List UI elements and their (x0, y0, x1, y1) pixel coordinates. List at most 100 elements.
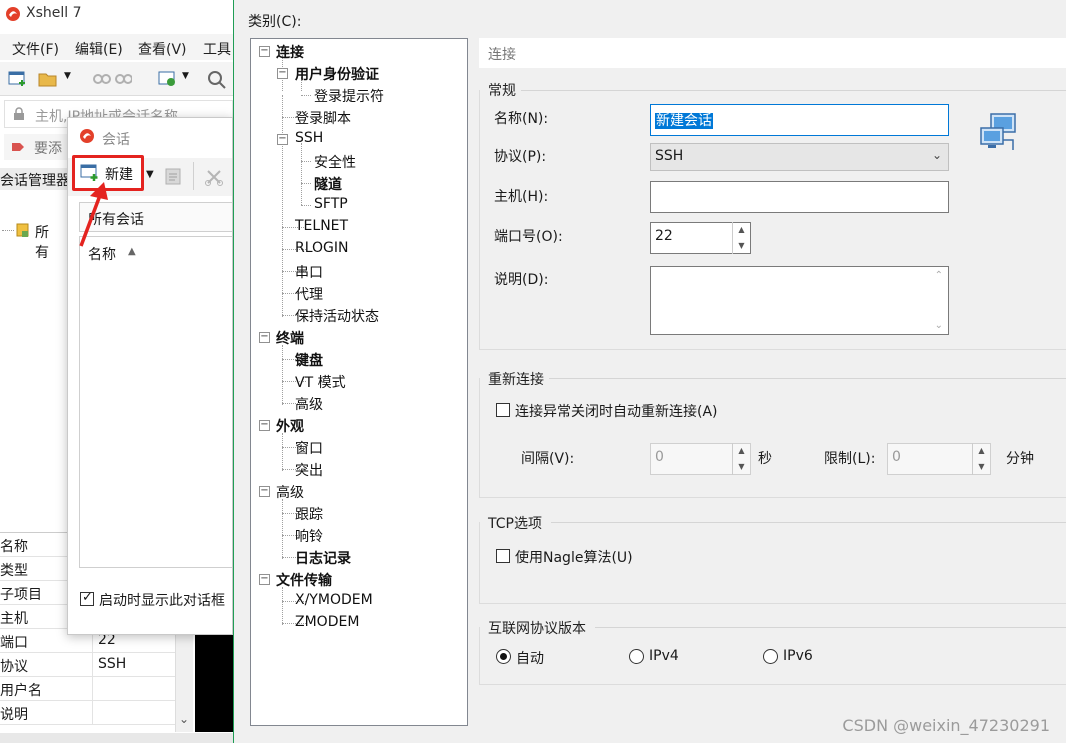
chevron-down-icon[interactable]: ▼ (64, 71, 71, 81)
tree-item-connection[interactable]: 连接 (276, 42, 304, 62)
tree-item-file-transfer[interactable]: 文件传输 (276, 570, 332, 590)
tree-item-rlogin[interactable]: RLOGIN (295, 240, 349, 256)
ipv4-label: IPv4 (649, 648, 679, 664)
collapse-icon[interactable]: − (277, 68, 288, 79)
limit-label: 限制(L): (824, 451, 876, 467)
property-key: 说明 (0, 707, 28, 723)
pane-header-title: 连接 (488, 47, 516, 63)
spin-down-icon[interactable]: ▼ (973, 459, 990, 475)
nagle-checkbox[interactable] (496, 549, 510, 563)
collapse-icon[interactable]: − (277, 134, 288, 145)
spin-down-icon[interactable]: ▼ (733, 238, 750, 254)
lock-icon (14, 107, 24, 120)
collapse-icon[interactable]: − (259, 420, 270, 431)
spin-down-icon[interactable]: ▼ (733, 459, 750, 475)
open-folder-icon[interactable] (38, 70, 60, 88)
tree-item-keyboard[interactable]: 键盘 (295, 350, 323, 370)
pane-header: 连接 (479, 38, 1066, 68)
limit-input[interactable]: 0 ▲ ▼ (887, 443, 991, 475)
limit-spinner[interactable]: ▲ ▼ (972, 443, 990, 475)
status-bar (0, 733, 233, 743)
tree-item-serial[interactable]: 串口 (295, 262, 323, 282)
interval-input[interactable]: 0 ▲ ▼ (650, 443, 751, 475)
ip-auto-radio[interactable] (496, 649, 511, 664)
tree-item-ssh[interactable]: SSH (295, 130, 323, 146)
description-label: 说明(D): (494, 272, 549, 288)
xshell-logo-icon (80, 129, 94, 143)
auto-reconnect-checkbox[interactable] (496, 403, 510, 417)
tree-item-bell[interactable]: 响铃 (295, 526, 323, 546)
startup-checkbox-label: 启动时显示此对话框 (99, 593, 225, 609)
settings-pane: 连接 常规 名称(N): 新建会话 协议(P): SSH ⌄ 主机(H): 端口… (479, 38, 1066, 743)
sessions-list[interactable]: 名称 ▲ (79, 236, 232, 568)
tree-item-advanced[interactable]: 高级 (276, 482, 304, 502)
tree-item-terminal[interactable]: 终端 (276, 328, 304, 348)
menu-file[interactable]: 文件(F) (12, 39, 59, 59)
tree-item-keepalive[interactable]: 保持活动状态 (295, 306, 379, 326)
chevron-down-icon[interactable]: ▼ (146, 169, 154, 180)
collapse-icon[interactable]: − (259, 574, 270, 585)
tree-item-appearance[interactable]: 外观 (276, 416, 304, 436)
add-link-text[interactable]: 要添 (34, 138, 62, 158)
ipv6-radio[interactable] (763, 649, 778, 664)
tree-item-login-script[interactable]: 登录脚本 (295, 108, 351, 128)
port-spinner[interactable]: ▲ ▼ (732, 222, 750, 254)
property-row: 用户名 (0, 677, 175, 701)
port-input[interactable]: 22 ▲ ▼ (650, 222, 751, 254)
tree-root-label[interactable]: 所有 (35, 222, 49, 262)
tree-item-vt-mode[interactable]: VT 模式 (295, 372, 346, 392)
menu-tools[interactable]: 工具 (203, 39, 231, 59)
tree-item-xymodem[interactable]: X/YMODEM (295, 592, 373, 608)
port-label: 端口号(O): (494, 229, 563, 245)
spin-up-icon[interactable]: ▲ (733, 443, 750, 459)
link-icon[interactable] (92, 70, 132, 88)
network-computers-icon (980, 113, 1016, 150)
tree-item-security[interactable]: 安全性 (314, 152, 356, 172)
collapse-icon[interactable]: − (259, 332, 270, 343)
port-input-value: 22 (655, 228, 673, 244)
cut-icon[interactable] (204, 167, 224, 187)
chevron-down-icon[interactable]: ▼ (182, 71, 189, 81)
auto-reconnect-label: 连接异常关闭时自动重新连接(A) (515, 404, 718, 420)
properties-icon[interactable] (164, 167, 184, 187)
menu-edit[interactable]: 编辑(E) (75, 39, 123, 59)
tree-item-logging[interactable]: 日志记录 (295, 548, 351, 568)
tree-item-proxy[interactable]: 代理 (295, 284, 323, 304)
tree-item-sftp[interactable]: SFTP (314, 196, 348, 212)
category-tree[interactable]: − − − − − − − 连接 用户身份验证 登录提示符 登录脚本 SSH 安… (250, 38, 468, 726)
host-input[interactable] (650, 181, 949, 213)
tree-item-highlight[interactable]: 突出 (295, 460, 323, 480)
tree-item-terminal-advanced[interactable]: 高级 (295, 394, 323, 414)
collapse-icon[interactable]: − (259, 486, 270, 497)
startup-checkbox[interactable] (80, 590, 94, 606)
tree-item-telnet[interactable]: TELNET (295, 218, 348, 234)
session-settings-icon[interactable] (158, 70, 178, 88)
search-icon[interactable] (206, 69, 228, 89)
property-value: SSH (92, 653, 175, 677)
tree-item-login-prompt[interactable]: 登录提示符 (314, 86, 384, 106)
chevron-down-icon[interactable]: ⌄ (179, 712, 189, 726)
name-input[interactable]: 新建会话 (650, 104, 949, 136)
menu-view[interactable]: 查看(V) (138, 39, 187, 59)
name-input-value: 新建会话 (655, 113, 713, 129)
tree-item-tunnel[interactable]: 隧道 (314, 174, 342, 194)
spin-up-icon[interactable]: ▲ (973, 443, 990, 459)
tree-item-trace[interactable]: 跟踪 (295, 504, 323, 524)
new-session-icon[interactable] (8, 70, 28, 88)
tree-item-window[interactable]: 窗口 (295, 438, 323, 458)
spin-up-icon[interactable]: ▲ (733, 222, 750, 238)
protocol-select-value: SSH (655, 148, 684, 164)
protocol-select[interactable]: SSH ⌄ (650, 143, 949, 171)
tree-item-zmodem[interactable]: ZMODEM (295, 614, 359, 630)
ipv4-radio[interactable] (629, 649, 644, 664)
collapse-icon[interactable]: − (259, 46, 270, 57)
annotation-arrow-icon (79, 182, 108, 247)
tree-item-user-auth[interactable]: 用户身份验证 (295, 64, 379, 84)
scroll-down-icon[interactable]: ⌄ (935, 320, 943, 331)
interval-spinner[interactable]: ▲ ▼ (732, 443, 750, 475)
host-label: 主机(H): (494, 189, 549, 205)
description-textarea[interactable]: ⌃ ⌄ (650, 266, 949, 335)
scroll-up-icon[interactable]: ⌃ (935, 270, 943, 281)
terminal-area[interactable] (195, 632, 233, 732)
dialog-title: 会话 (102, 132, 130, 148)
